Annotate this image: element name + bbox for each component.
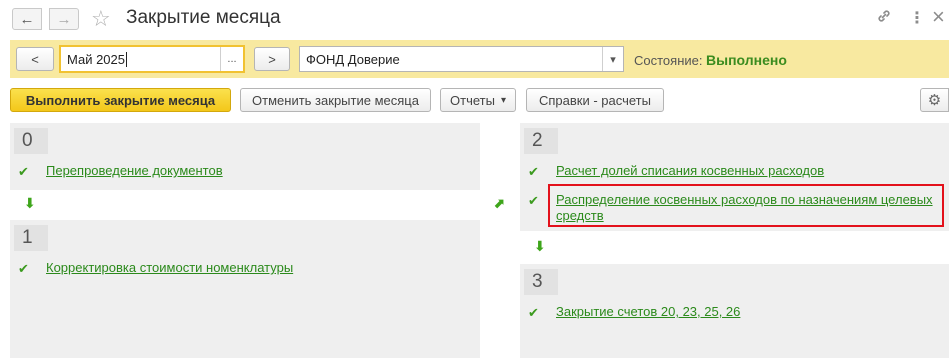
- task-link-indirect-share[interactable]: Расчет долей списания косвенных расходов: [556, 163, 824, 179]
- close-icon[interactable]: ×: [932, 4, 945, 30]
- chevron-down-icon: ▾: [500, 94, 506, 106]
- task-link-close-accounts[interactable]: Закрытие счетов 20, 23, 25, 26: [556, 304, 740, 320]
- check-icon: ✔: [528, 305, 539, 320]
- next-period-label: >: [268, 51, 276, 67]
- task-link-reposting[interactable]: Перепроведение документов: [46, 163, 223, 179]
- stage-number: 3: [524, 269, 558, 295]
- more-options-icon[interactable]: ⋮: [909, 8, 925, 28]
- page-title: Закрытие месяца: [126, 7, 281, 28]
- state-value: Выполнено: [706, 52, 787, 68]
- calculations-label: Справки - расчеты: [539, 92, 651, 108]
- previous-period-button[interactable]: <: [16, 47, 54, 71]
- run-month-close-button[interactable]: Выполнить закрытие месяца: [10, 88, 231, 112]
- cancel-month-close-button[interactable]: Отменить закрытие месяца: [240, 88, 431, 112]
- state-label: Состояние:: [634, 53, 703, 68]
- task-row: ✔ Корректировка стоимости номенклатуры: [18, 260, 293, 277]
- arrow-down-icon: ⬇: [24, 195, 36, 211]
- stage-0-panel: 0 ✔ Перепроведение документов: [10, 123, 480, 190]
- arrow-right-icon: →: [56, 10, 72, 28]
- task-row: ✔ Закрытие счетов 20, 23, 25, 26: [528, 304, 740, 321]
- arrow-diagonal-icon: ⬈: [493, 195, 505, 211]
- task-row: ✔ Перепроведение документов: [18, 163, 223, 180]
- period-value: Май 2025: [67, 51, 125, 67]
- ellipsis-label: ...: [227, 53, 237, 65]
- period-input[interactable]: Май 2025: [59, 45, 245, 73]
- settings-button[interactable]: ⚙: [920, 88, 949, 112]
- organization-value: ФОНД Доверие: [306, 51, 400, 67]
- stage-1-panel: 1 ✔ Корректировка стоимости номенклатуры: [10, 220, 480, 358]
- calculations-button[interactable]: Справки - расчеты: [526, 88, 664, 112]
- forward-button[interactable]: →: [49, 8, 79, 30]
- reports-label: Отчеты: [450, 92, 495, 108]
- highlight-frame: [548, 184, 944, 227]
- period-pick-button[interactable]: ...: [220, 47, 243, 71]
- favorite-star-icon[interactable]: ☆: [91, 6, 111, 32]
- organization-select[interactable]: ФОНД Доверие: [299, 46, 624, 72]
- back-button[interactable]: ←: [12, 8, 42, 30]
- arrow-left-icon: ←: [19, 10, 35, 28]
- stage-3-panel: 3 ✔ Закрытие счетов 20, 23, 25, 26: [520, 264, 949, 358]
- organization-dropdown-button[interactable]: ▾: [602, 47, 623, 71]
- check-icon: ✔: [18, 164, 29, 179]
- reports-button[interactable]: Отчеты ▾: [440, 88, 516, 112]
- task-row: ✔ Расчет долей списания косвенных расход…: [528, 163, 824, 180]
- link-icon[interactable]: [876, 8, 892, 29]
- next-period-button[interactable]: >: [254, 47, 290, 71]
- task-link-cost-adjustment[interactable]: Корректировка стоимости номенклатуры: [46, 260, 293, 276]
- stage-number: 2: [524, 128, 558, 154]
- title-bar: ← → ☆ Закрытие месяца ⋮ ×: [0, 0, 949, 38]
- arrow-down-icon: ⬇: [534, 238, 546, 254]
- chevron-down-icon: ▾: [610, 53, 616, 66]
- stage-number: 0: [14, 128, 48, 154]
- cancel-month-close-label: Отменить закрытие месяца: [252, 92, 419, 108]
- previous-period-label: <: [31, 51, 39, 67]
- parameters-panel: < Май 2025 ... > ФОНД Доверие ▾ Состояни…: [10, 40, 949, 78]
- run-month-close-label: Выполнить закрытие месяца: [25, 92, 216, 108]
- check-icon: ✔: [528, 164, 539, 179]
- text-cursor: [126, 51, 127, 67]
- check-icon: ✔: [18, 261, 29, 276]
- gear-icon: ⚙: [927, 92, 942, 109]
- check-icon: ✔: [528, 193, 539, 208]
- stage-number: 1: [14, 225, 48, 251]
